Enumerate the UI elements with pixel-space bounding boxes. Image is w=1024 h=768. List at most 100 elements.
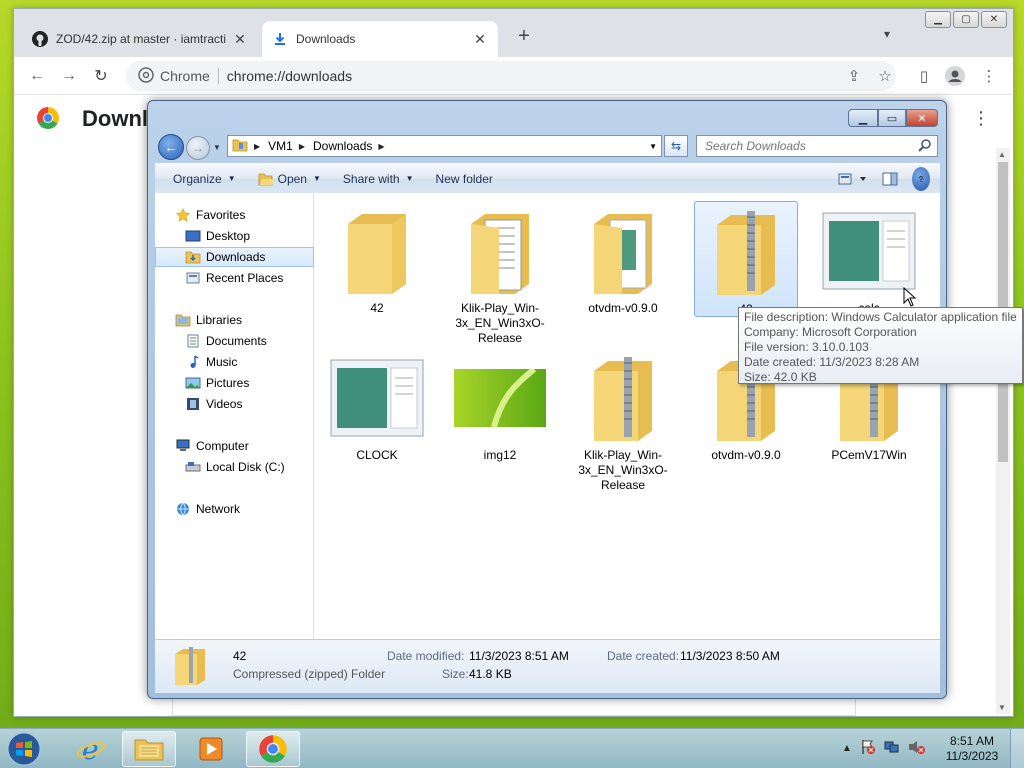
breadcrumb-arrow-icon[interactable]: ▶ [378, 142, 384, 151]
reload-icon[interactable]: ↻ [90, 65, 112, 87]
search-icon[interactable] [917, 138, 933, 154]
clock-time: 8:51 AM [949, 734, 995, 748]
hard-drive-icon [185, 460, 201, 474]
nav-label: Music [206, 355, 238, 369]
show-desktop-button[interactable] [1010, 729, 1024, 768]
maximize-icon[interactable]: ▭ [878, 109, 906, 127]
address-bar[interactable]: Chrome chrome://downloads [126, 61, 896, 91]
folder-documents-icon [571, 201, 675, 301]
profile-avatar-icon[interactable] [945, 66, 965, 86]
tab-search-chevron-icon[interactable]: ▾ [884, 27, 890, 41]
forward-arrow-icon[interactable]: → [58, 65, 80, 87]
bookmark-star-icon[interactable]: ☆ [875, 66, 895, 86]
nav-libraries[interactable]: Libraries [155, 310, 314, 330]
share-with-button[interactable]: Share with ▼ [335, 167, 422, 191]
tab-title: ZOD/42.zip at master · iamtracti [56, 32, 227, 46]
taskbar-chrome[interactable] [246, 731, 300, 767]
change-view-icon[interactable] [838, 167, 868, 191]
show-hidden-icons-icon[interactable]: ▲ [842, 743, 852, 754]
file-item-otvdm-zip[interactable]: otvdm-v0.9.0 [694, 357, 798, 463]
new-folder-button[interactable]: New folder [428, 167, 501, 191]
taskbar-media-player[interactable] [184, 731, 238, 767]
start-button[interactable] [4, 730, 44, 768]
close-icon[interactable]: ✕ [981, 11, 1007, 28]
tab-github[interactable]: ZOD/42.zip at master · iamtracti ✕ [22, 21, 258, 57]
breadcrumb-downloads[interactable]: Downloads [313, 139, 372, 153]
nav-label: Videos [206, 397, 243, 411]
search-input[interactable] [697, 136, 907, 156]
share-with-label: Share with [342, 171, 400, 186]
new-tab-button[interactable]: + [512, 25, 536, 48]
system-clock[interactable]: 8:51 AM 11/3/2023 [940, 734, 1004, 764]
taskbar-explorer[interactable] [122, 731, 176, 767]
preview-pane-icon[interactable] [882, 167, 898, 191]
tab-downloads[interactable]: Downloads ✕ [262, 21, 498, 57]
chrome-logo-icon [36, 106, 60, 130]
back-arrow-icon[interactable]: ← [158, 134, 184, 160]
nav-favorites[interactable]: Favorites [155, 205, 314, 225]
maximize-icon[interactable]: ▢ [953, 11, 979, 28]
nav-computer[interactable]: Computer [155, 436, 314, 456]
search-box[interactable] [696, 135, 938, 157]
breadcrumb-arrow-icon[interactable]: ▶ [254, 142, 260, 151]
page-scrollbar[interactable]: ▲ ▼ [996, 148, 1010, 714]
nav-videos[interactable]: Videos [155, 394, 314, 414]
organize-button[interactable]: Organize ▼ [165, 167, 244, 191]
close-icon[interactable]: ✕ [906, 109, 938, 127]
browser-toolbar: ← → ↻ Chrome chrome://downloads ⇪ ☆ ▯ ⋮ [14, 57, 1013, 95]
nav-documents[interactable]: Documents [155, 331, 314, 351]
nav-music[interactable]: Music [155, 352, 314, 372]
back-arrow-icon[interactable]: ← [26, 65, 48, 87]
nav-network[interactable]: Network [155, 499, 314, 519]
omnibox-chip: Chrome [160, 68, 210, 84]
tooltip-date-created: Date created: 11/3/2023 8:28 AM [744, 355, 920, 369]
folder-icon [134, 739, 164, 761]
close-icon[interactable]: ✕ [232, 31, 248, 48]
scroll-down-icon[interactable]: ▼ [998, 703, 1006, 712]
file-item-img12[interactable]: img12 [448, 369, 552, 463]
kebab-menu-icon[interactable]: ⋮ [972, 108, 990, 129]
nav-recent-places[interactable]: Recent Places [155, 268, 314, 288]
chrome-window-controls: ▁ ▢ ✕ [925, 11, 1007, 28]
clock-date: 11/3/2023 [945, 749, 999, 763]
nav-desktop[interactable]: Desktop [155, 226, 314, 246]
file-item-pcem-zip[interactable]: PCemV17Win [817, 357, 921, 463]
share-icon[interactable]: ⇪ [844, 66, 864, 86]
nav-label: Desktop [206, 229, 251, 243]
open-button[interactable]: Open ▼ [250, 167, 329, 191]
close-icon[interactable]: ✕ [472, 31, 488, 48]
scroll-up-icon[interactable]: ▲ [998, 150, 1006, 159]
file-item-42-folder[interactable]: 42 [325, 201, 429, 316]
history-chevron-icon[interactable]: ▼ [213, 143, 221, 152]
address-dropdown-icon[interactable]: ▼ [649, 142, 657, 151]
file-item-42-zip[interactable]: 42 [694, 201, 798, 317]
taskbar-internet-explorer[interactable]: e [64, 731, 118, 767]
forward-arrow-icon[interactable]: → [186, 136, 210, 160]
file-item-klik-play-zip[interactable]: Klik-Play_Win-3x_EN_Win3xO-Release [571, 357, 675, 493]
refresh-icon[interactable]: ⇆ [664, 135, 688, 157]
side-panel-icon[interactable]: ▯ [914, 66, 934, 86]
github-icon [32, 31, 48, 47]
kebab-menu-icon[interactable]: ⋮ [979, 66, 999, 86]
nav-pictures[interactable]: Pictures [155, 373, 314, 393]
breadcrumb-vm1[interactable]: VM1 [268, 139, 293, 153]
nav-local-disk[interactable]: Local Disk (C:) [155, 457, 314, 477]
application-window-icon [325, 348, 429, 448]
nav-downloads[interactable]: Downloads [155, 247, 314, 267]
nav-label: Network [196, 502, 241, 516]
breadcrumb-arrow-icon[interactable]: ▶ [299, 142, 305, 151]
tab-title: Downloads [296, 32, 356, 46]
minimize-icon[interactable]: ▁ [925, 11, 951, 28]
minimize-icon[interactable]: ▁ [848, 109, 878, 127]
file-list: 42 Klik-Play_Win-3x_EN_Win3xO-Release ot… [314, 193, 940, 639]
explorer-address-bar[interactable]: ▶ VM1 ▶ Downloads ▶ ▼ [227, 135, 662, 157]
file-item-clock[interactable]: CLOCK [325, 359, 429, 463]
network-status-icon[interactable] [884, 739, 900, 758]
size-label: Size: [442, 667, 469, 681]
action-center-flag-icon[interactable] [860, 739, 876, 758]
help-icon[interactable]: ? [912, 167, 930, 191]
omnibox-url: chrome://downloads [226, 68, 353, 84]
file-item-klik-play-folder[interactable]: Klik-Play_Win-3x_EN_Win3xO-Release [448, 201, 552, 346]
volume-muted-icon[interactable] [908, 739, 926, 758]
file-item-otvdm-folder[interactable]: otvdm-v0.9.0 [571, 201, 675, 316]
